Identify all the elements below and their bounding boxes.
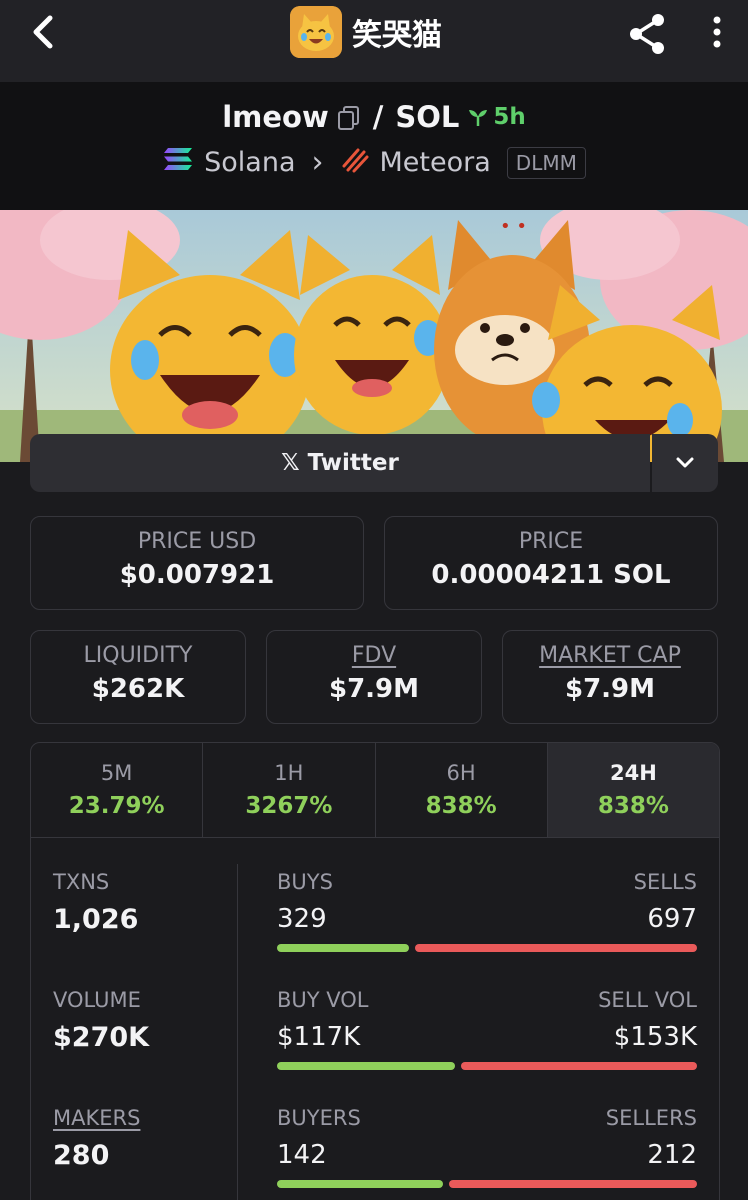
sells-label: SELLS <box>633 870 697 894</box>
volume-value: $270K <box>53 1022 150 1053</box>
price-native-card: PRICE 0.00004211 SOL <box>384 516 718 610</box>
liquidity-value: $262K <box>91 674 185 704</box>
chain-name[interactable]: Solana <box>204 147 295 178</box>
stats-divider <box>237 864 238 1200</box>
quote-token-symbol: SOL <box>395 100 460 134</box>
tab-change: 3267% <box>245 793 333 819</box>
token-banner-image: • • <box>0 210 748 462</box>
buys-bar <box>277 944 409 952</box>
buy-vol-bar <box>277 1062 455 1070</box>
price-native-value: 0.00004211 SOL <box>431 560 671 590</box>
share-icon[interactable] <box>624 10 672 58</box>
tab-change: 838% <box>425 793 497 819</box>
tab-5m[interactable]: 5M 23.79% <box>31 743 204 837</box>
price-usd-label: PRICE USD <box>137 529 257 554</box>
buys-value: 329 <box>277 904 327 934</box>
pair-age: 5h <box>467 104 526 130</box>
market-cap-label[interactable]: MARKET CAP <box>503 643 717 668</box>
solana-icon <box>162 146 194 179</box>
pair-separator: / <box>372 100 384 134</box>
sells-value: 697 <box>647 904 697 934</box>
token-title: 笑哭猫 <box>290 6 442 58</box>
liquidity-card: LIQUIDITY $262K <box>30 630 246 724</box>
meteora-icon <box>340 144 370 181</box>
pair-header: lmeow / SOL 5h Solana › Meteora DLMM <box>0 82 748 210</box>
makers-label[interactable]: MAKERS <box>53 1106 140 1130</box>
chain-dex-row: Solana › Meteora DLMM <box>0 144 748 181</box>
fdv-card: FDV $7.9M <box>266 630 482 724</box>
tab-label: 1H <box>274 761 304 785</box>
tab-label: 6H <box>446 761 476 785</box>
makers-value: 280 <box>53 1140 110 1171</box>
fdv-label[interactable]: FDV <box>267 643 481 668</box>
pair-age-value: 5h <box>493 104 526 130</box>
chevron-down-icon <box>676 457 694 468</box>
sell-vol-value: $153K <box>613 1022 697 1052</box>
socials-dropdown-button[interactable] <box>652 434 718 492</box>
sellers-label: SELLERS <box>605 1106 697 1130</box>
sells-bar <box>415 944 697 952</box>
buys-label: BUYS <box>277 870 333 894</box>
trade-stats-panel: TXNS 1,026 BUYS SELLS 329 697 VOLUME $27… <box>30 838 720 1200</box>
price-native-label: PRICE <box>518 529 584 554</box>
volume-label: VOLUME <box>53 988 141 1012</box>
sprout-icon <box>469 110 488 126</box>
buy-vol-label: BUY VOL <box>277 988 369 1012</box>
tab-1h[interactable]: 1H 3267% <box>203 743 376 837</box>
txns-label: TXNS <box>53 870 110 894</box>
buy-vol-value: $117K <box>277 1022 361 1052</box>
timeframe-tabs: 5M 23.79% 1H 3267% 6H 838% 24H 838% <box>30 742 720 838</box>
tab-change: 838% <box>597 793 669 819</box>
sell-vol-bar <box>461 1062 697 1070</box>
sellers-bar <box>449 1180 697 1188</box>
tab-label: 24H <box>609 761 657 785</box>
pair-name: lmeow / SOL 5h <box>0 100 748 134</box>
price-usd-value: $0.007921 <box>119 560 275 590</box>
twitter-link-button[interactable]: 𝕏 Twitter <box>30 434 650 492</box>
fdv-value: $7.9M <box>328 674 420 704</box>
copy-icon[interactable] <box>337 104 361 130</box>
tab-6h[interactable]: 6H 838% <box>376 743 548 837</box>
market-cap-card: MARKET CAP $7.9M <box>502 630 718 724</box>
buyers-value: 142 <box>277 1140 327 1170</box>
tab-24h[interactable]: 24H 838% <box>547 743 719 837</box>
txns-value: 1,026 <box>53 904 139 935</box>
sellers-value: 212 <box>647 1140 697 1170</box>
token-logo-icon <box>290 6 342 58</box>
market-cap-value: $7.9M <box>564 674 656 704</box>
base-token-symbol: lmeow <box>222 100 329 134</box>
top-nav-bar: 笑哭猫 <box>0 0 748 82</box>
liquidity-label: LIQUIDITY <box>83 643 193 668</box>
chevron-right-icon: › <box>311 145 324 180</box>
more-options-icon[interactable] <box>700 10 734 58</box>
back-arrow-icon[interactable] <box>22 10 66 54</box>
dex-name[interactable]: Meteora <box>380 147 491 178</box>
dex-type-badge: DLMM <box>506 146 586 179</box>
x-logo-icon: 𝕏 <box>281 450 300 476</box>
sell-vol-label: SELL VOL <box>598 988 697 1012</box>
tab-change: 23.79% <box>68 793 165 819</box>
buyers-bar <box>277 1180 443 1188</box>
svg-text:• •: • • <box>500 216 527 237</box>
twitter-label: Twitter <box>307 450 399 476</box>
token-name: 笑哭猫 <box>352 18 442 53</box>
buyers-label: BUYERS <box>277 1106 361 1130</box>
tab-label: 5M <box>100 761 133 785</box>
price-usd-card: PRICE USD $0.007921 <box>30 516 364 610</box>
